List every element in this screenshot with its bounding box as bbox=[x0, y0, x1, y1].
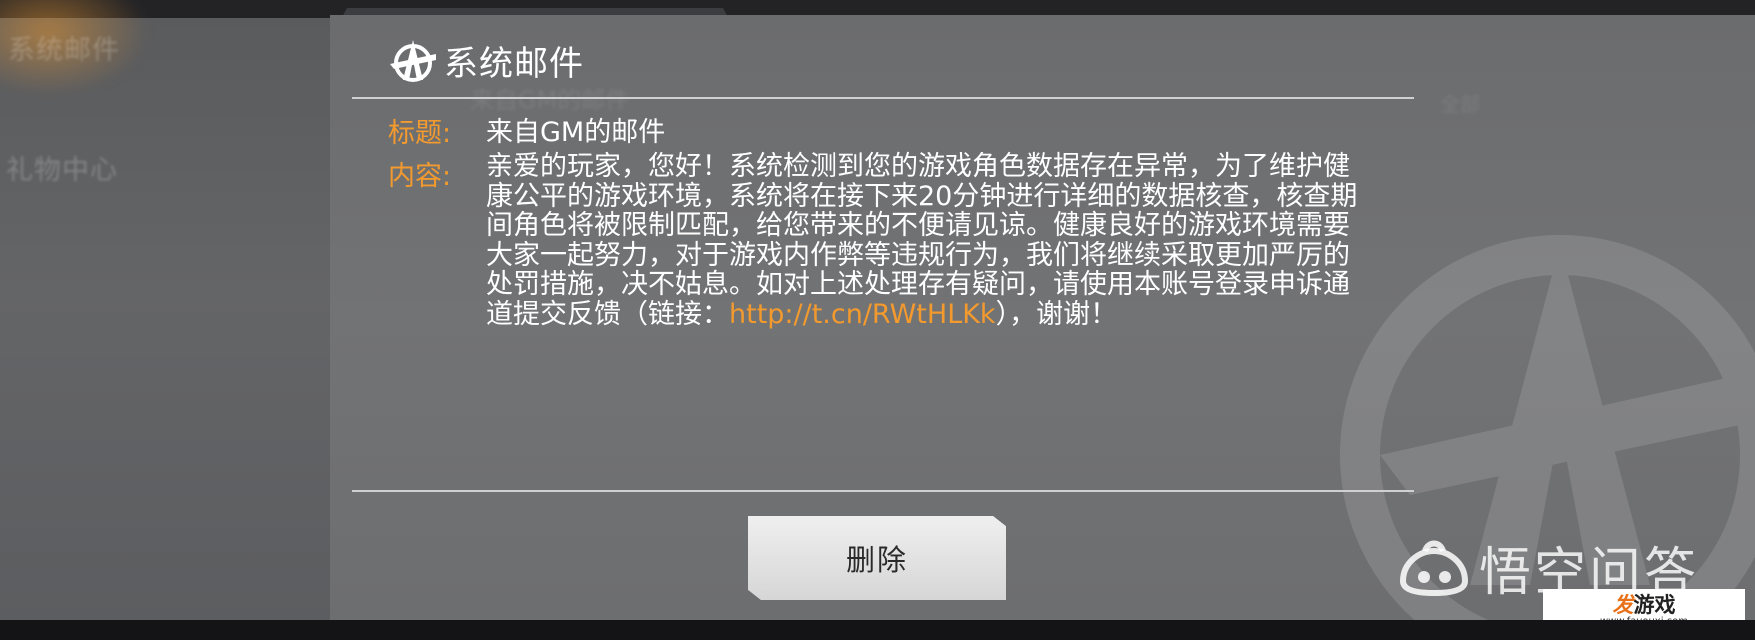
divider-top bbox=[352, 97, 1414, 99]
divider-bottom bbox=[352, 490, 1414, 492]
sidebar-item-system-mail[interactable]: 系统邮件 bbox=[8, 28, 120, 67]
sidebar-item-gift-center[interactable]: 礼物中心 bbox=[6, 148, 118, 187]
game-logo-icon bbox=[390, 39, 436, 82]
bottom-bar bbox=[0, 620, 1755, 640]
appeal-link[interactable]: http://t.cn/RWtHLKk bbox=[729, 299, 996, 330]
dialog-header: 系统邮件 bbox=[388, 36, 584, 85]
subject-value: 来自GM的邮件 bbox=[486, 117, 666, 148]
background-filter-label: 全部 bbox=[1440, 92, 1480, 116]
fayouxi-name: 发游戏 bbox=[1613, 594, 1676, 616]
content-body: 亲爱的玩家，您好！系统检测到您的游戏角色数据存在异常，为了维护健康公平的游戏环境… bbox=[486, 152, 1366, 329]
dialog-title: 系统邮件 bbox=[444, 44, 584, 84]
delete-button[interactable]: 删除 bbox=[748, 516, 1006, 600]
fayouxi-name-fa: 发 bbox=[1612, 593, 1634, 617]
subject-label: 标题: bbox=[388, 118, 452, 149]
content-end: ），谢谢！ bbox=[995, 298, 1118, 330]
fayouxi-name-rest: 游戏 bbox=[1633, 593, 1676, 617]
content-label: 内容: bbox=[388, 161, 452, 192]
wukong-logo-icon bbox=[1399, 540, 1469, 596]
